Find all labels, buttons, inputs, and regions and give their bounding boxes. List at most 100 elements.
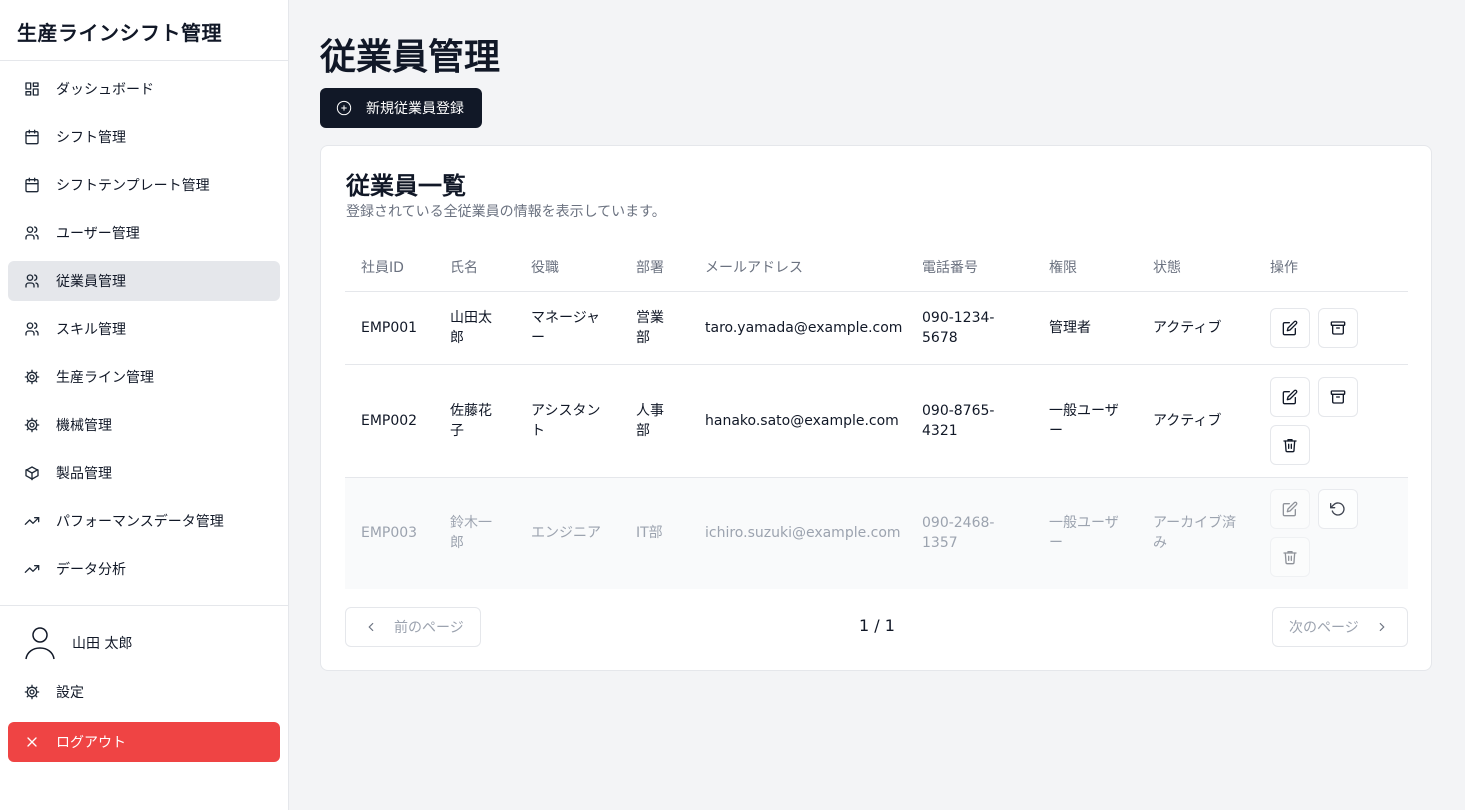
sidebar-item-users[interactable]: ユーザー管理	[8, 213, 280, 253]
cell-email: ichiro.suzuki@example.com	[705, 525, 901, 542]
cell-name-text: 山田太郎	[450, 309, 492, 346]
sidebar-item-data-analysis[interactable]: データ分析	[8, 549, 280, 589]
cell-status: アクティブ	[1137, 364, 1254, 478]
archive-button[interactable]	[1318, 376, 1358, 417]
column-header[interactable]: 電話番号	[906, 243, 1033, 292]
cell-name: 鈴木一郎	[434, 477, 515, 589]
sidebar-item-label: ユーザー管理	[56, 226, 140, 242]
cell-position-text: アシスタント	[531, 402, 601, 439]
cell-status: アクティブ	[1137, 291, 1254, 365]
chevron-right-icon	[1379, 622, 1385, 632]
app-title: 生産ラインシフト管理	[0, 0, 288, 61]
sidebar-item-label: 設定	[56, 685, 84, 701]
cell-role: 一般ユーザー	[1033, 364, 1137, 478]
cell-phone-text: 090-2468-1357	[922, 515, 995, 552]
sidebar: 生産ラインシフト管理 ダッシュボード シフト管理 シフトテンプレート管理 ユーザ…	[0, 0, 289, 810]
trending-up-icon	[24, 513, 40, 529]
cell-id: EMP002	[345, 364, 434, 478]
sidebar-item-label: 生産ライン管理	[56, 370, 154, 386]
trending-up-icon	[24, 561, 40, 577]
rotate-ccw-icon	[1330, 502, 1345, 516]
column-header[interactable]: メールアドレス	[689, 243, 906, 292]
table-row: EMP002 佐藤花子 アシスタント 人事部 hanako.sato@examp…	[345, 364, 1408, 478]
table-header-row: 社員ID 氏名 役職 部署 メールアドレス 電話番号 権限 状態 操作	[345, 243, 1408, 292]
cell-name: 山田太郎	[434, 291, 515, 365]
column-header[interactable]: 権限	[1033, 243, 1137, 292]
sidebar-item-shift-templates[interactable]: シフトテンプレート管理	[8, 165, 280, 205]
sidebar-item-machines[interactable]: 機械管理	[8, 405, 280, 445]
sidebar-item-performance-data[interactable]: パフォーマンスデータ管理	[8, 501, 280, 541]
edit-button[interactable]	[1270, 376, 1310, 417]
sidebar-item-label: シフト管理	[56, 130, 126, 146]
user-profile[interactable]: 山田 太郎	[8, 614, 280, 672]
card-description: 登録されている全従業員の情報を表示しています。	[346, 204, 666, 220]
cell-email: taro.yamada@example.com	[689, 291, 906, 365]
delete-button	[1270, 537, 1310, 578]
calendar-icon	[24, 129, 40, 145]
gear-icon	[24, 684, 40, 700]
cell-phone: 090-2468-1357	[906, 477, 1033, 589]
cell-position: マネージャー	[515, 291, 620, 365]
dashboard-icon	[24, 81, 40, 97]
users-icon	[24, 273, 40, 289]
restore-button[interactable]	[1318, 489, 1358, 530]
gear-icon	[24, 369, 40, 385]
cell-dept-text: 営業部	[636, 309, 664, 346]
new-employee-button[interactable]: 新規従業員登録	[320, 88, 482, 128]
archive-icon	[1330, 320, 1346, 335]
sidebar-item-settings[interactable]: 設定	[8, 672, 280, 712]
cell-name-text: 鈴木一郎	[450, 515, 492, 552]
next-page-button[interactable]: 次のページ	[1272, 607, 1408, 647]
edit-button[interactable]	[1270, 307, 1310, 348]
cell-actions	[1254, 364, 1408, 478]
column-header[interactable]: 部署	[620, 243, 689, 292]
column-header[interactable]: 社員ID	[345, 243, 434, 292]
calendar-icon	[24, 177, 40, 193]
sidebar-item-dashboard[interactable]: ダッシュボード	[8, 69, 280, 109]
users-icon	[24, 321, 40, 337]
sidebar-item-label: スキル管理	[56, 322, 126, 338]
card-title: 従業員一覧	[346, 172, 466, 200]
sidebar-item-production-lines[interactable]: 生産ライン管理	[8, 357, 280, 397]
page-indicator: 1 / 1	[859, 616, 895, 635]
sidebar-item-label: 製品管理	[56, 466, 112, 482]
column-header[interactable]: 役職	[515, 243, 620, 292]
sidebar-item-skills[interactable]: スキル管理	[8, 309, 280, 349]
sidebar-item-employees[interactable]: 従業員管理	[8, 261, 280, 301]
logout-button[interactable]: ログアウト	[8, 722, 280, 762]
column-header[interactable]: 氏名	[434, 243, 515, 292]
cell-id: EMP001	[345, 291, 434, 365]
sidebar-item-label: シフトテンプレート管理	[56, 178, 210, 194]
sidebar-item-products[interactable]: 製品管理	[8, 453, 280, 493]
employee-table: 社員ID 氏名 役職 部署 メールアドレス 電話番号 権限 状態 操作 EMP0…	[345, 243, 1408, 589]
table-row: EMP001 山田太郎 マネージャー 営業部 taro.yamada@examp…	[345, 291, 1408, 365]
archive-button[interactable]	[1318, 307, 1358, 348]
cell-phone-text: 090-1234-5678	[922, 309, 995, 346]
cell-role-text: 一般ユーザー	[1049, 402, 1119, 439]
box-icon	[24, 465, 40, 481]
cell-position: エンジニア	[531, 525, 601, 542]
sidebar-item-label: パフォーマンスデータ管理	[56, 514, 224, 530]
cell-role-text: 一般ユーザー	[1049, 515, 1119, 552]
plus-circle-icon	[336, 100, 352, 116]
new-employee-label: 新規従業員登録	[366, 101, 464, 117]
edit-icon	[1282, 501, 1298, 517]
close-icon	[24, 734, 40, 750]
archive-icon	[1330, 389, 1346, 404]
cell-email: hanako.sato@example.com	[689, 364, 906, 478]
cell-phone: 090-1234-5678	[906, 291, 1033, 365]
delete-button[interactable]	[1270, 424, 1310, 465]
trash-icon	[1283, 551, 1297, 565]
sidebar-item-label: 従業員管理	[56, 274, 126, 290]
column-header[interactable]: 状態	[1137, 243, 1254, 292]
sidebar-item-shifts[interactable]: シフト管理	[8, 117, 280, 157]
next-page-label: 次のページ	[1289, 620, 1359, 636]
cell-name-text: 佐藤花子	[450, 402, 492, 439]
cell-phone-text: 090-8765-4321	[922, 402, 995, 439]
sidebar-nav: ダッシュボード シフト管理 シフトテンプレート管理 ユーザー管理 従業員管理 ス…	[0, 61, 288, 589]
cell-actions	[1254, 291, 1408, 365]
cell-role: 管理者	[1033, 291, 1137, 365]
user-name: 山田 太郎	[72, 636, 133, 652]
cell-phone: 090-8765-4321	[906, 364, 1033, 478]
cell-name: 佐藤花子	[434, 364, 515, 478]
